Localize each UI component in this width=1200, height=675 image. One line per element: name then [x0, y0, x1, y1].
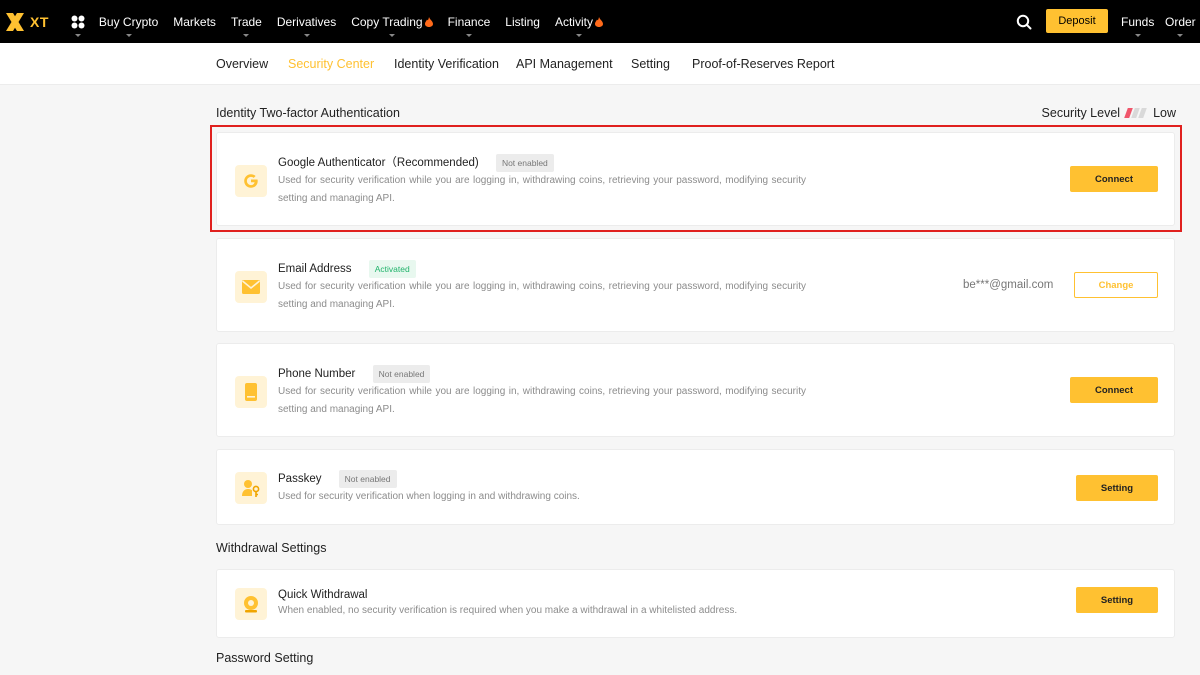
google-authenticator-title: Google Authenticator（Recommended) Not en… — [278, 154, 554, 172]
tab-api-management[interactable]: API Management — [516, 43, 613, 85]
deposit-button[interactable]: Deposit — [1046, 9, 1108, 33]
quick-withdrawal-title: Quick Withdrawal — [278, 589, 368, 601]
nav-item-label: Listing — [505, 14, 540, 29]
password-section-title: Password Setting — [216, 651, 314, 665]
google-authenticator-card: Google Authenticator（Recommended) Not en… — [216, 132, 1175, 226]
tab-setting[interactable]: Setting — [631, 43, 670, 85]
google-authenticator-title-text: Google Authenticator（Recommended) — [278, 157, 479, 170]
nav-copy-trading[interactable]: Copy Trading — [351, 0, 433, 43]
apps-menu[interactable] — [71, 0, 85, 43]
passkey-title-text: Passkey — [278, 473, 322, 486]
phone-number-title-text: Phone Number — [278, 368, 356, 381]
flame-icon — [424, 16, 433, 27]
nav-item-label: Trade — [230, 14, 262, 29]
tab-identity-verification[interactable]: Identity Verification — [394, 43, 499, 85]
two-factor-section-title: Identity Two-factor Authentication — [216, 106, 400, 120]
quick-withdrawal-setting-button[interactable]: Setting — [1076, 587, 1158, 613]
email-address-title: Email Address Activated — [278, 260, 416, 278]
chevron-down-icon — [388, 34, 395, 37]
chevron-down-icon — [74, 34, 81, 37]
email-address-value: be***@gmail.com — [963, 279, 1054, 291]
chevron-down-icon — [243, 34, 250, 37]
nav-order-label: Order — [1165, 14, 1196, 29]
tab-overview[interactable]: Overview — [216, 43, 268, 85]
passkey-setting-button[interactable]: Setting — [1076, 475, 1158, 501]
google-icon — [235, 165, 267, 197]
passkey-description: Used for security verification when logg… — [278, 491, 580, 502]
nav-order[interactable]: Order — [1165, 0, 1196, 43]
status-badge: Not enabled — [372, 365, 431, 383]
nav-item-label: Activity — [554, 14, 593, 29]
phone-icon — [235, 376, 267, 408]
nav-item-label: Derivatives — [276, 14, 337, 29]
chevron-down-icon — [1177, 34, 1184, 37]
nav-item-label: Copy Trading — [351, 14, 423, 29]
nav-buy-crypto[interactable]: Buy Crypto — [99, 0, 158, 43]
apps-grid-icon — [71, 15, 85, 28]
quick-withdrawal-card: Quick Withdrawal When enabled, no securi… — [216, 569, 1175, 638]
nav-finance[interactable]: Finance — [447, 0, 491, 43]
tab-security-center[interactable]: Security Center — [288, 43, 374, 85]
search-icon[interactable] — [1016, 14, 1032, 30]
nav-activity[interactable]: Activity — [555, 0, 603, 43]
security-level-label: Security Level — [1041, 106, 1121, 120]
brand-name: XT — [30, 13, 49, 30]
email-address-card: Email Address Activated Used for securit… — [216, 238, 1175, 332]
phone-number-description: Used for security verification while you… — [278, 386, 806, 415]
passkey-icon — [235, 472, 267, 504]
security-level: Security Level Low — [1042, 106, 1176, 120]
top-navigation: XT Buy Crypto Markets Trade Derivatives Copy… — [0, 0, 1200, 43]
nav-listing[interactable]: Listing — [505, 0, 540, 43]
nav-markets[interactable]: Markets — [173, 0, 216, 43]
security-level-bar — [1138, 108, 1147, 118]
nav-item-label: Finance — [447, 14, 491, 29]
flame-icon — [594, 16, 603, 27]
status-badge: Activated — [368, 260, 416, 278]
nav-funds[interactable]: Funds — [1121, 0, 1154, 43]
email-address-description: Used for security verification while you… — [278, 281, 806, 310]
nav-trade[interactable]: Trade — [231, 0, 262, 43]
nav-derivatives[interactable]: Derivatives — [277, 0, 336, 43]
status-badge: Not enabled — [495, 154, 554, 172]
email-change-button[interactable]: Change — [1074, 272, 1158, 298]
security-level-bars — [1124, 108, 1147, 118]
passkey-card: Passkey Not enabled Used for security ve… — [216, 449, 1175, 525]
nav-item-label: Buy Crypto — [98, 14, 159, 29]
nav-item-label: Markets — [173, 14, 216, 29]
chevron-down-icon — [575, 34, 582, 37]
phone-number-title: Phone Number Not enabled — [278, 365, 431, 383]
chevron-down-icon — [125, 34, 132, 37]
chevron-down-icon — [303, 34, 310, 37]
status-badge: Not enabled — [338, 470, 397, 488]
withdrawal-section-title: Withdrawal Settings — [216, 541, 327, 555]
brand-logo[interactable]: XT — [4, 0, 49, 43]
quick-withdrawal-description: When enabled, no security verification i… — [278, 605, 738, 616]
chevron-down-icon — [465, 34, 472, 37]
nav-funds-label: Funds — [1121, 14, 1155, 29]
phone-number-connect-button[interactable]: Connect — [1070, 377, 1158, 403]
google-authenticator-description: Used for security verification while you… — [278, 175, 806, 204]
tab-proof-of-reserves[interactable]: Proof-of-Reserves Report — [692, 43, 834, 85]
email-address-title-text: Email Address — [278, 263, 352, 276]
phone-number-card: Phone Number Not enabled Used for securi… — [216, 343, 1175, 437]
xt-logo-icon — [6, 12, 24, 31]
envelope-icon — [235, 271, 267, 303]
security-level-value: Low — [1153, 106, 1176, 120]
security-subnav: Overview Security Center Identity Verifi… — [0, 43, 1200, 85]
passkey-title: Passkey Not enabled — [278, 470, 397, 488]
quick-withdrawal-icon — [235, 588, 267, 620]
google-authenticator-connect-button[interactable]: Connect — [1070, 166, 1158, 192]
chevron-down-icon — [1134, 34, 1141, 37]
